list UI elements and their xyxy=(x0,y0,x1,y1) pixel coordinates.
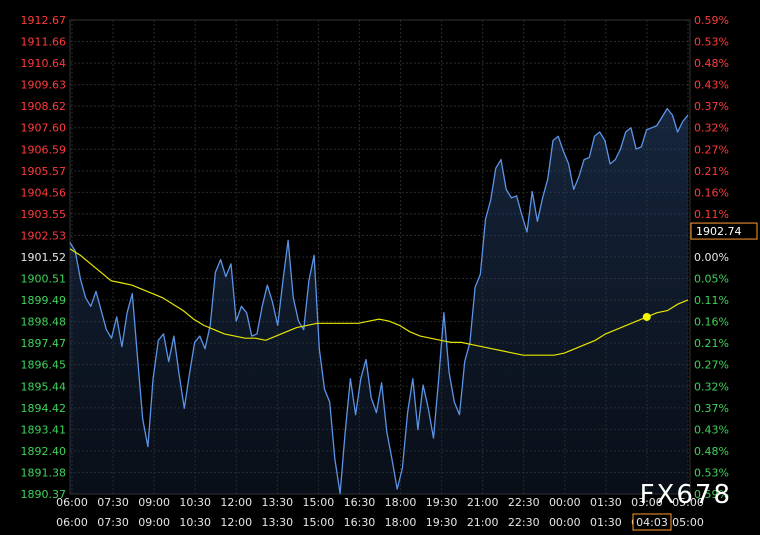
x-tick-label: 18:00 xyxy=(385,496,417,509)
y-tick-label-right: 0.00% xyxy=(694,251,729,264)
x-tick-label-secondary: 16:30 xyxy=(344,516,376,529)
x-tick-label-secondary: 10:30 xyxy=(179,516,211,529)
y-tick-label-right: 0.43% xyxy=(694,423,729,436)
y-tick-label-right: 0.48% xyxy=(694,57,729,70)
y-tick-label-left: 1910.64 xyxy=(21,57,67,70)
y-tick-label-left: 1895.44 xyxy=(21,380,67,393)
x-tick-label-secondary: 00:00 xyxy=(549,516,581,529)
y-tick-label-left: 1909.63 xyxy=(21,79,67,92)
x-tick-label: 01:30 xyxy=(590,496,622,509)
x-tick-label: 15:00 xyxy=(303,496,335,509)
x-tick-label: 21:00 xyxy=(467,496,499,509)
x-tick-label-secondary: 19:30 xyxy=(426,516,458,529)
y-tick-label-left: 1901.52 xyxy=(21,251,67,264)
x-tick-label: 10:30 xyxy=(179,496,211,509)
y-tick-label-left: 1907.60 xyxy=(21,122,67,135)
y-tick-label-right: 0.11% xyxy=(694,208,729,221)
x-tick-label-secondary: 01:30 xyxy=(590,516,622,529)
x-tick-label-secondary: 05:00 xyxy=(672,516,704,529)
y-tick-label-right: 0.53% xyxy=(694,466,729,479)
y-tick-label-right: 0.43% xyxy=(694,79,729,92)
current-price-label: 1902.74 xyxy=(696,225,742,238)
y-tick-label-left: 1900.51 xyxy=(21,273,67,286)
y-tick-label-right: 0.16% xyxy=(694,316,729,329)
y-tick-label-right: 0.48% xyxy=(694,445,729,458)
x-tick-label-secondary: 15:00 xyxy=(303,516,335,529)
x-tick-label: 22:30 xyxy=(508,496,540,509)
x-tick-label: 09:00 xyxy=(138,496,170,509)
y-tick-label-right: 0.37% xyxy=(694,100,729,113)
y-tick-label-right: 0.53% xyxy=(694,36,729,49)
y-tick-label-right: 0.59% xyxy=(694,14,729,27)
x-tick-label-secondary: 07:30 xyxy=(97,516,129,529)
y-tick-label-right: 0.32% xyxy=(694,380,729,393)
x-tick-label-secondary: 09:00 xyxy=(138,516,170,529)
x-tick-label: 12:00 xyxy=(220,496,252,509)
y-tick-label-left: 1903.55 xyxy=(21,208,67,221)
x-tick-label: 00:00 xyxy=(549,496,581,509)
y-tick-label-right: 0.21% xyxy=(694,337,729,350)
price-chart: 1912.67 0.59% 1911.66 0.53% 1910.64 0.48% 1909… xyxy=(21,14,758,531)
y-tick-label-left: 1891.38 xyxy=(21,466,67,479)
y-tick-label-left: 1906.59 xyxy=(21,143,67,156)
y-tick-label-left: 1912.67 xyxy=(21,14,67,27)
y-tick-label-left: 1904.56 xyxy=(21,186,67,199)
y-tick-label-left: 1896.45 xyxy=(21,359,67,372)
y-tick-label-left: 1899.49 xyxy=(21,294,67,307)
y-tick-label-left: 1898.48 xyxy=(21,316,67,329)
chart-root: 1912.67 0.59% 1911.66 0.53% 1910.64 0.48% 1909… xyxy=(0,0,760,535)
y-tick-label-left: 1905.57 xyxy=(21,165,67,178)
x-tick-label: 06:00 xyxy=(56,496,88,509)
x-tick-label-secondary: 13:30 xyxy=(261,516,293,529)
x-tick-label: 13:30 xyxy=(261,496,293,509)
y-tick-label-right: 0.11% xyxy=(694,294,729,307)
x-tick-label: 16:30 xyxy=(344,496,376,509)
y-tick-label-left: 1911.66 xyxy=(21,36,67,49)
x-tick-label: 19:30 xyxy=(426,496,458,509)
y-tick-label-left: 1908.62 xyxy=(21,100,67,113)
x-tick-label-secondary: 22:30 xyxy=(508,516,540,529)
y-tick-label-right: 0.27% xyxy=(694,143,729,156)
y-tick-label-left: 1892.40 xyxy=(21,445,67,458)
x-tick-label-secondary: 06:00 xyxy=(56,516,88,529)
x-tick-label-secondary: 12:00 xyxy=(220,516,252,529)
average-marker xyxy=(642,312,651,321)
x-tick-label: 07:30 xyxy=(97,496,129,509)
y-tick-label-right: 0.32% xyxy=(694,122,729,135)
y-tick-label-right: 0.16% xyxy=(694,186,729,199)
x-tick-label-secondary: 18:00 xyxy=(385,516,417,529)
y-tick-label-right: 0.05% xyxy=(694,273,729,286)
y-tick-label-left: 1902.53 xyxy=(21,229,67,242)
y-tick-label-right: 0.27% xyxy=(694,359,729,372)
watermark: FX678 xyxy=(639,480,732,510)
current-time-label: 04:03 xyxy=(636,516,668,529)
y-tick-label-left: 1893.41 xyxy=(21,423,67,436)
y-tick-label-right: 0.37% xyxy=(694,402,729,415)
y-tick-label-left: 1897.47 xyxy=(21,337,67,350)
y-tick-label-left: 1894.42 xyxy=(21,402,67,415)
y-tick-label-right: 0.21% xyxy=(694,165,729,178)
x-tick-label-secondary: 21:00 xyxy=(467,516,499,529)
